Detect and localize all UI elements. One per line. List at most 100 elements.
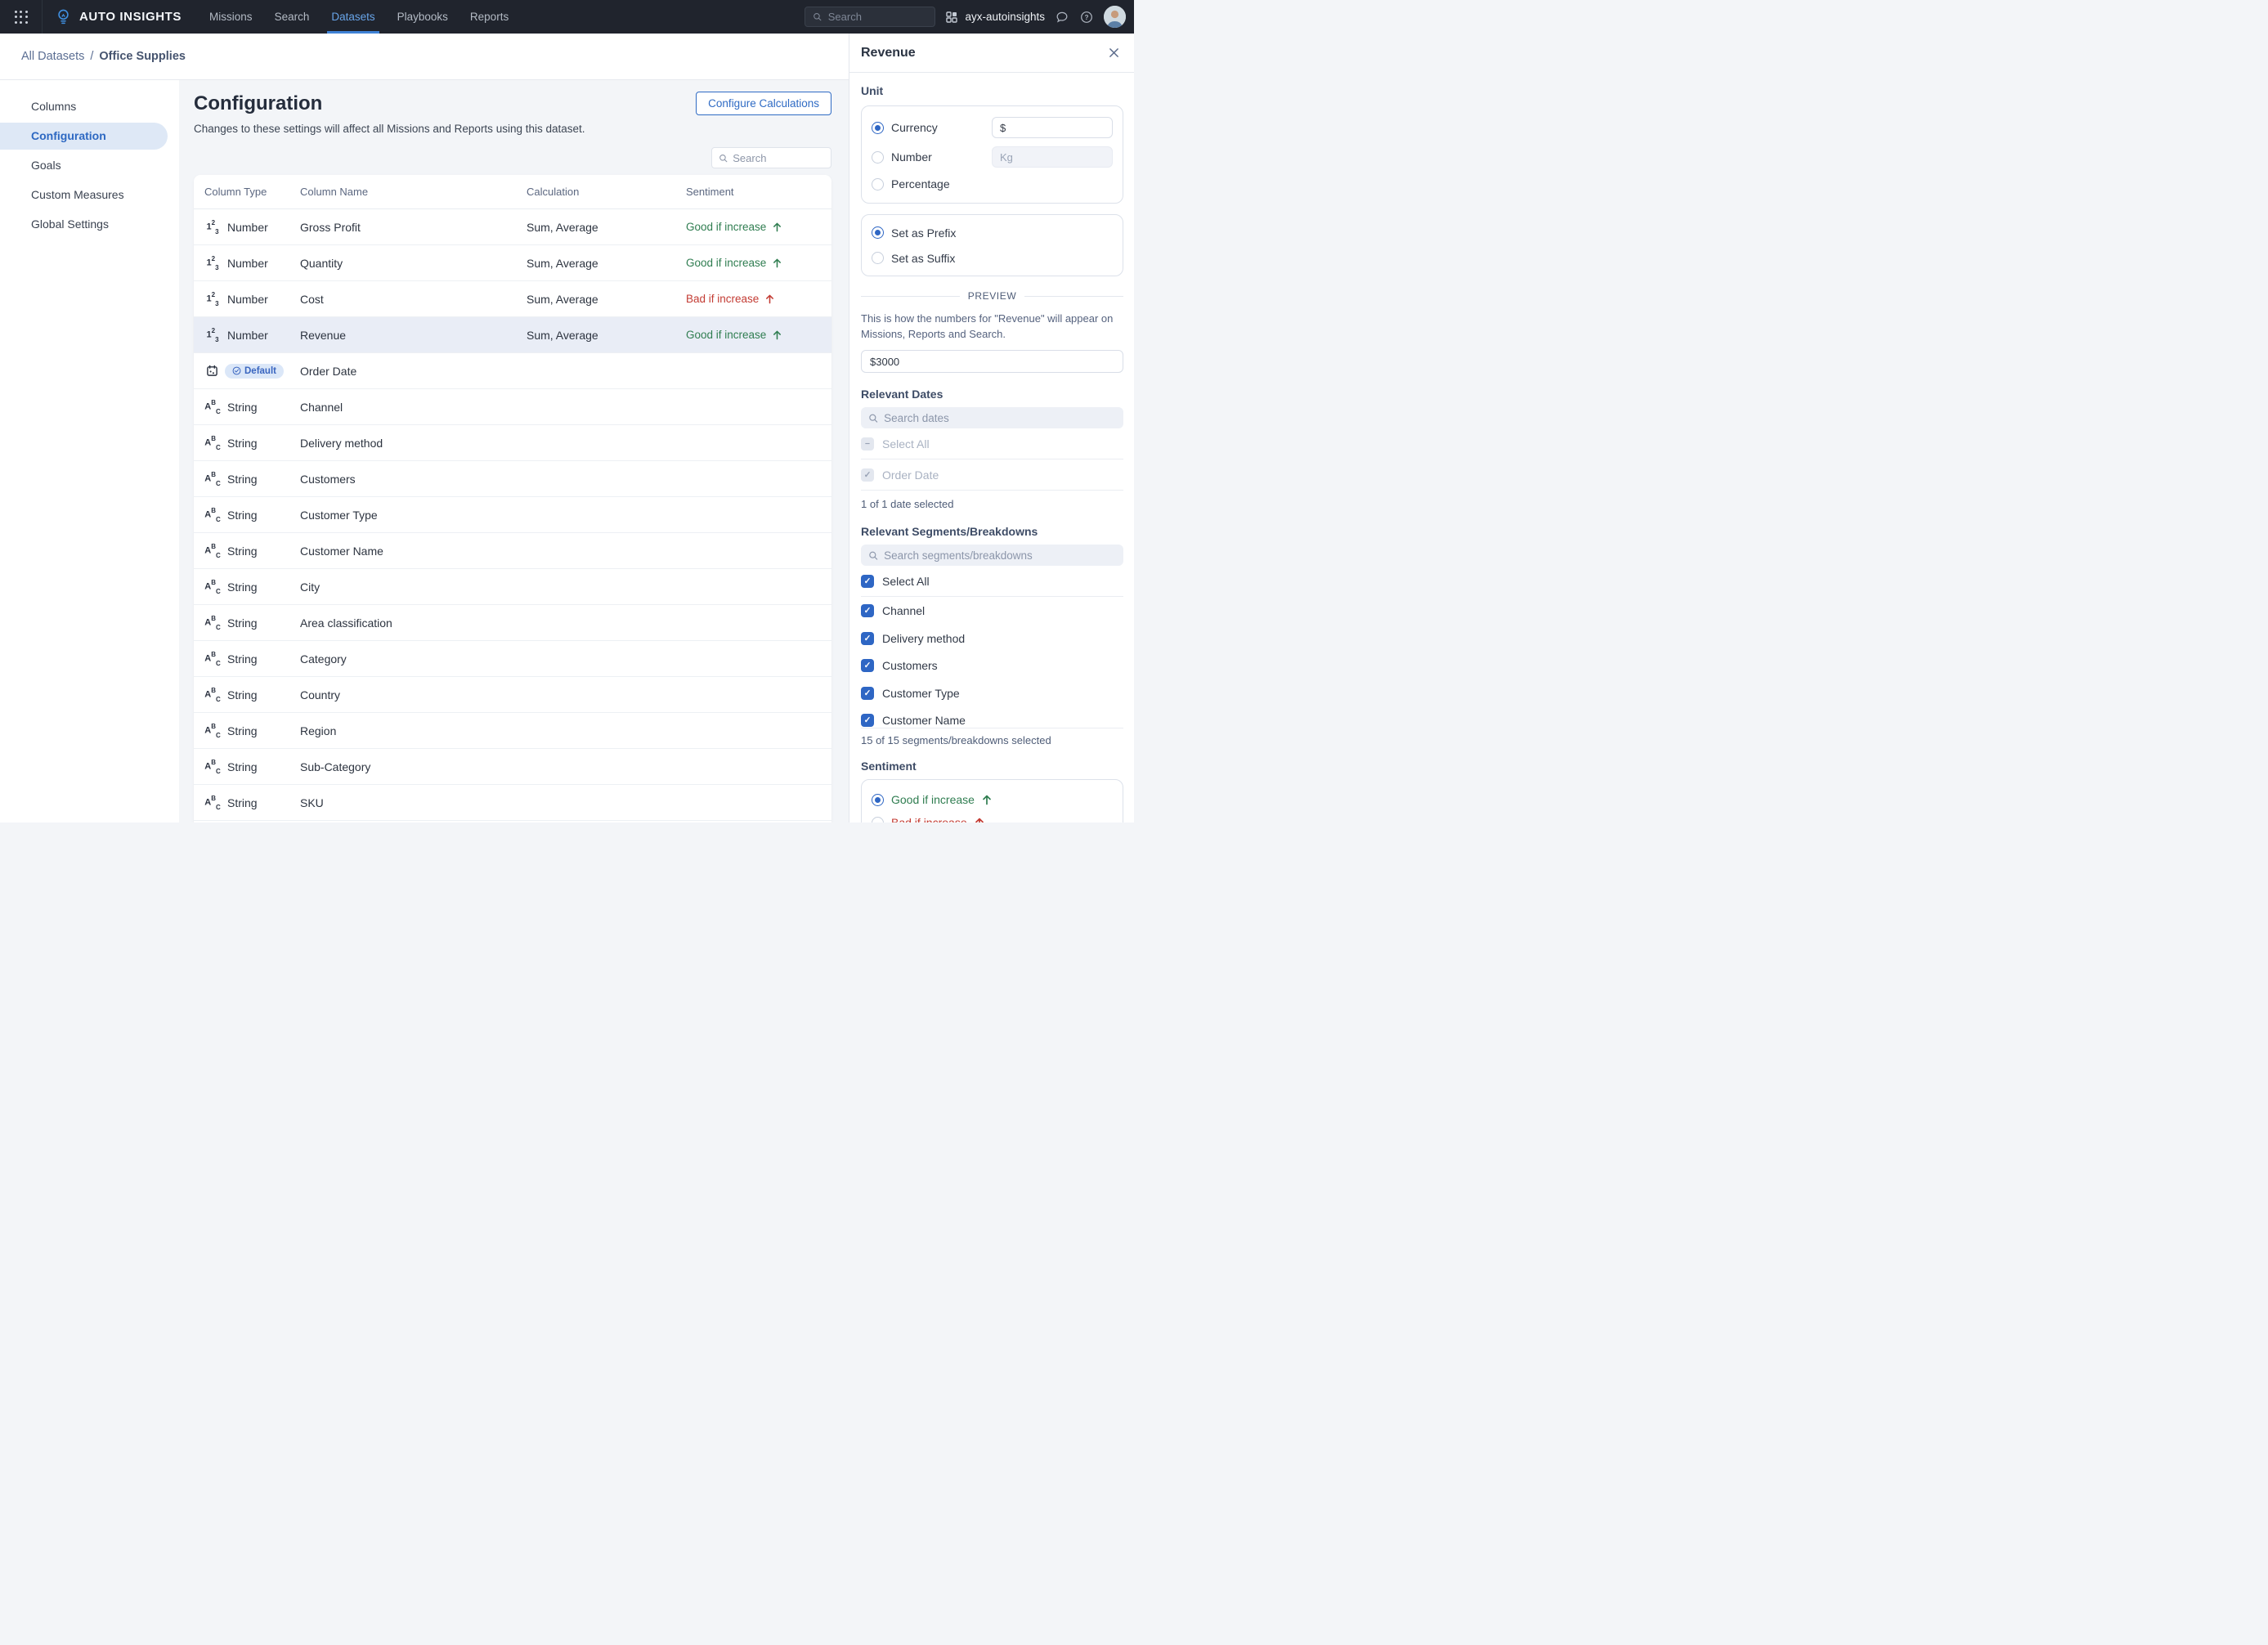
segments-list[interactable]: Channel Delivery method Customers Custom…: [861, 597, 1123, 728]
segment-checkbox[interactable]: [861, 659, 874, 672]
table-row-delivery-method[interactable]: ABC String Delivery method: [194, 425, 831, 461]
app-launcher-button[interactable]: [0, 0, 43, 34]
sentiment-bad-option[interactable]: Bad if increase: [872, 813, 1113, 822]
dates-select-all-checkbox[interactable]: [861, 437, 874, 450]
segment-item-channel[interactable]: Channel: [861, 597, 1123, 625]
page-subtitle: Changes to these settings will affect al…: [194, 123, 831, 135]
user-avatar[interactable]: [1104, 6, 1126, 28]
sentiment-good-option[interactable]: Good if increase: [872, 790, 1113, 809]
column-type-label: String: [227, 545, 258, 558]
segment-checkbox[interactable]: [861, 604, 874, 617]
sidebar-item-columns[interactable]: Columns: [0, 93, 179, 120]
sentiment-value[interactable]: Good if increase: [686, 221, 782, 233]
table-row-sub-category[interactable]: ABC String Sub-Category: [194, 749, 831, 785]
table-row-order-date[interactable]: Default Order Date: [194, 353, 831, 389]
sidebar-item-custom-measures[interactable]: Custom Measures: [0, 182, 179, 208]
sidebar-item-goals[interactable]: Goals: [0, 152, 179, 179]
dates-search[interactable]: [861, 407, 1123, 428]
number-type-icon: 123: [204, 292, 221, 306]
table-row-category[interactable]: ABC String Category: [194, 641, 831, 677]
column-name: Area classification: [300, 616, 527, 630]
panel-title: Revenue: [861, 46, 916, 61]
close-panel-button[interactable]: [1109, 47, 1119, 58]
table-row-cost[interactable]: 123 Number Cost Sum, Average Bad if incr…: [194, 281, 831, 317]
sidebar-item-global-settings[interactable]: Global Settings: [0, 211, 179, 238]
table-row-region[interactable]: ABC String Region: [194, 713, 831, 749]
nav-item-datasets[interactable]: Datasets: [331, 0, 374, 34]
segment-item-delivery-method[interactable]: Delivery method: [861, 625, 1123, 652]
table-row-city[interactable]: ABC String City: [194, 569, 831, 605]
segments-search-input[interactable]: [884, 549, 1116, 562]
chat-bubble-icon: [1055, 10, 1069, 25]
string-type-icon: ABC: [204, 544, 221, 558]
table-row-revenue[interactable]: 123 Number Revenue Sum, Average Good if …: [194, 317, 831, 353]
arrow-up-icon: [773, 258, 782, 268]
set-as-prefix-radio[interactable]: [872, 226, 884, 239]
segment-item-customer-name[interactable]: Customer Name: [861, 706, 1123, 728]
currency-radio[interactable]: [872, 122, 884, 134]
table-row-country[interactable]: ABC String Country: [194, 677, 831, 713]
bad-if-increase-radio[interactable]: [872, 817, 884, 822]
column-name: Region: [300, 724, 527, 737]
configure-calculations-button[interactable]: Configure Calculations: [696, 92, 831, 115]
relevant-segments-label: Relevant Segments/Breakdowns: [861, 525, 1123, 538]
nav-item-search[interactable]: Search: [275, 0, 310, 34]
number-unit-input[interactable]: [992, 146, 1113, 168]
segments-search[interactable]: [861, 545, 1123, 566]
table-row-customers[interactable]: ABC String Customers: [194, 461, 831, 497]
segment-item-customers[interactable]: Customers: [861, 652, 1123, 679]
table-search[interactable]: [711, 147, 831, 168]
column-type-label: Number: [227, 293, 268, 306]
global-search-input[interactable]: [828, 11, 928, 23]
column-type-label: String: [227, 473, 258, 486]
number-radio[interactable]: [872, 151, 884, 164]
feedback-button[interactable]: [1055, 10, 1069, 25]
table-row-customer-name[interactable]: ABC String Customer Name: [194, 533, 831, 569]
table-row-sku[interactable]: ABC String SKU: [194, 785, 831, 821]
good-if-increase-radio[interactable]: [872, 794, 884, 806]
brand-logo[interactable]: AUTO INSIGHTS: [55, 8, 182, 25]
dates-search-input[interactable]: [884, 412, 1116, 424]
help-button[interactable]: ?: [1079, 10, 1094, 25]
number-type-icon: 123: [204, 220, 221, 234]
percentage-radio[interactable]: [872, 178, 884, 190]
segment-checkbox[interactable]: [861, 687, 874, 700]
string-type-icon: ABC: [204, 616, 221, 630]
string-type-icon: ABC: [204, 436, 221, 450]
segment-checkbox[interactable]: [861, 632, 874, 645]
table-search-input[interactable]: [733, 152, 824, 164]
column-calculation: Sum, Average: [527, 257, 686, 270]
table-row-area-classification[interactable]: ABC String Area classification: [194, 605, 831, 641]
preview-value-input[interactable]: [861, 350, 1123, 373]
segments-select-all-row[interactable]: Select All: [861, 566, 1123, 597]
table-row-customer-type[interactable]: ABC String Customer Type: [194, 497, 831, 533]
string-type-icon: ABC: [204, 796, 221, 809]
sentiment-value[interactable]: Bad if increase: [686, 293, 774, 305]
search-icon: [868, 550, 878, 561]
nav-item-playbooks[interactable]: Playbooks: [397, 0, 448, 34]
string-type-icon: ABC: [204, 508, 221, 522]
header-column-type: Column Type: [194, 186, 300, 198]
order-date-checkbox[interactable]: [861, 468, 874, 482]
dates-select-all-row[interactable]: Select All: [861, 428, 1123, 459]
sidebar-item-configuration[interactable]: Configuration: [0, 123, 168, 150]
nav-item-reports[interactable]: Reports: [470, 0, 509, 34]
workspace-switcher[interactable]: ayx-autoinsights: [945, 11, 1045, 24]
global-search[interactable]: [805, 7, 935, 27]
segment-checkbox[interactable]: [861, 714, 874, 727]
segment-item-customer-type[interactable]: Customer Type: [861, 679, 1123, 707]
table-row-gross-profit[interactable]: 123 Number Gross Profit Sum, Average Goo…: [194, 209, 831, 245]
sentiment-value[interactable]: Good if increase: [686, 329, 782, 341]
table-row-channel[interactable]: ABC String Channel: [194, 389, 831, 425]
date-item-order-date[interactable]: Order Date: [861, 459, 1123, 491]
nav-item-missions[interactable]: Missions: [209, 0, 253, 34]
header-calculation: Calculation: [527, 186, 686, 198]
table-row-quantity[interactable]: 123 Number Quantity Sum, Average Good if…: [194, 245, 831, 281]
segments-select-all-checkbox[interactable]: [861, 575, 874, 588]
workspace-name: ayx-autoinsights: [965, 11, 1045, 23]
set-as-suffix-radio[interactable]: [872, 252, 884, 264]
currency-symbol-input[interactable]: [992, 117, 1113, 138]
string-type-icon: ABC: [204, 472, 221, 486]
sentiment-value[interactable]: Good if increase: [686, 257, 782, 269]
breadcrumb-all-datasets[interactable]: All Datasets: [21, 50, 84, 63]
